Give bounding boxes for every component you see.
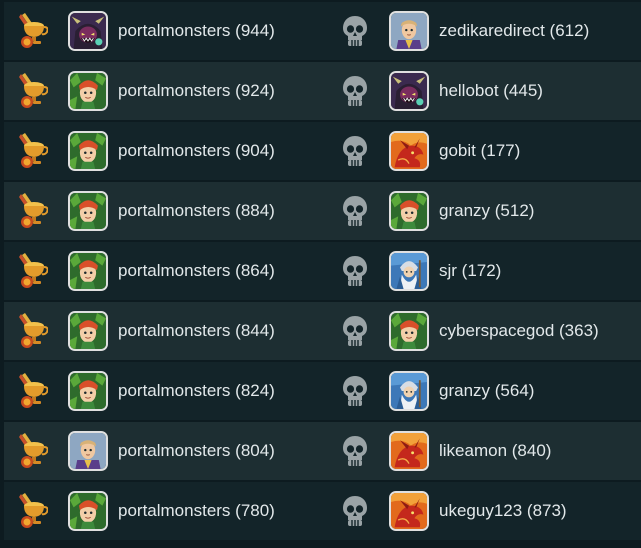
loser-avatar[interactable] [389,251,429,291]
winner-avatar[interactable] [68,311,108,351]
winner-name-link[interactable]: portalmonsters (824) [118,362,275,420]
skull-icon [341,434,369,468]
trophy-medal-icon [18,492,49,530]
skull-icon [341,494,369,528]
skull-icon [341,74,369,108]
match-row[interactable]: portalmonsters (944) zedikaredirect (612… [4,2,641,60]
winner-avatar[interactable] [68,11,108,51]
winner-avatar[interactable] [68,251,108,291]
match-row[interactable]: portalmonsters (884) granzy (512) [4,182,641,240]
trophy-medal-icon [18,192,49,230]
loser-avatar[interactable] [389,131,429,171]
loser-avatar[interactable] [389,191,429,231]
loser-name-link[interactable]: sjr (172) [439,242,501,300]
skull-icon [341,254,369,288]
trophy-medal-icon [18,432,49,470]
winner-name-link[interactable]: portalmonsters (844) [118,302,275,360]
winner-name-link[interactable]: portalmonsters (804) [118,422,275,480]
loser-name-link[interactable]: hellobot (445) [439,62,543,120]
loser-avatar[interactable] [389,71,429,111]
loser-avatar[interactable] [389,431,429,471]
winner-name-link[interactable]: portalmonsters (924) [118,62,275,120]
winner-avatar[interactable] [68,371,108,411]
winner-name-link[interactable]: portalmonsters (780) [118,482,275,540]
skull-icon [341,374,369,408]
loser-name-link[interactable]: granzy (512) [439,182,534,240]
winner-avatar[interactable] [68,191,108,231]
match-row[interactable]: portalmonsters (864) sjr (172) [4,242,641,300]
trophy-medal-icon [18,12,49,50]
loser-avatar[interactable] [389,371,429,411]
skull-icon [341,14,369,48]
winner-name-link[interactable]: portalmonsters (884) [118,182,275,240]
loser-name-link[interactable]: likeamon (840) [439,422,551,480]
winner-avatar[interactable] [68,491,108,531]
winner-avatar[interactable] [68,131,108,171]
match-row[interactable]: portalmonsters (804) likeamon (840) [4,422,641,480]
match-row[interactable]: portalmonsters (824) granzy (564) [4,362,641,420]
winner-name-link[interactable]: portalmonsters (944) [118,2,275,60]
loser-name-link[interactable]: cyberspacegod (363) [439,302,599,360]
trophy-medal-icon [18,252,49,290]
match-row[interactable]: portalmonsters (924) hellobot (445) [4,62,641,120]
trophy-medal-icon [18,72,49,110]
skull-icon [341,314,369,348]
match-row[interactable]: portalmonsters (904) gobit (177) [4,122,641,180]
winner-name-link[interactable]: portalmonsters (904) [118,122,275,180]
trophy-medal-icon [18,312,49,350]
match-row[interactable]: portalmonsters (844) cyberspacegod (363) [4,302,641,360]
trophy-medal-icon [18,372,49,410]
loser-name-link[interactable]: gobit (177) [439,122,520,180]
loser-avatar[interactable] [389,491,429,531]
loser-avatar[interactable] [389,11,429,51]
loser-name-link[interactable]: ukeguy123 (873) [439,482,567,540]
skull-icon [341,194,369,228]
loser-name-link[interactable]: granzy (564) [439,362,534,420]
winner-avatar[interactable] [68,431,108,471]
loser-avatar[interactable] [389,311,429,351]
skull-icon [341,134,369,168]
match-row[interactable]: portalmonsters (780) ukeguy123 (873) [4,482,641,540]
winner-name-link[interactable]: portalmonsters (864) [118,242,275,300]
loser-name-link[interactable]: zedikaredirect (612) [439,2,589,60]
trophy-medal-icon [18,132,49,170]
winner-avatar[interactable] [68,71,108,111]
match-history-list: portalmonsters (944) zedikaredirect (612… [0,0,641,548]
